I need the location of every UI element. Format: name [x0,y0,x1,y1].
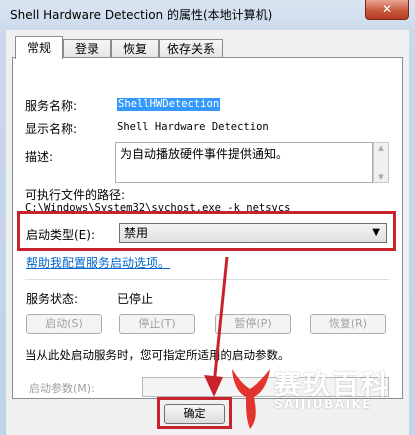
description-label: 描述: [25,150,54,164]
startup-type-select[interactable]: 禁用 ▼ [119,223,387,243]
description-scrollbar[interactable]: ▲ ▼ [373,142,389,183]
display-name-label: 显示名称: [25,122,78,136]
service-status-value: 已停止 [117,292,154,306]
service-status-label: 服务状态: [26,292,79,306]
tab-recovery[interactable]: 恢复 [111,39,159,58]
help-configure-link[interactable]: 帮助我配置服务启动选项。 [26,254,170,271]
close-button[interactable]: ✕ [365,0,409,20]
scroll-up-icon[interactable]: ▲ [374,143,388,153]
startup-type-label: 启动类型(E): [26,228,95,242]
description-field[interactable]: 为自动播放硬件事件提供通知。 [115,142,373,183]
stop-button[interactable]: 停止(T) [119,314,195,334]
watermark: 赛玖百科 SAIJIUBAIKE [224,355,415,435]
divider [25,279,389,280]
pause-button[interactable]: 暂停(P) [215,314,291,334]
chevron-down-icon: ▼ [372,227,380,238]
exe-path-label: 可执行文件的路径: [25,188,126,202]
service-name-value[interactable]: ShellHWDetection [117,98,221,111]
tab-logon[interactable]: 登录 [63,39,111,58]
scroll-down-icon[interactable]: ▼ [374,172,388,182]
window-title: Shell Hardware Detection 的属性(本地计算机) [10,8,273,22]
start-button[interactable]: 启动(S) [26,314,102,334]
tab-general[interactable]: 常规 [15,36,63,59]
ok-button[interactable]: 确定 [164,404,225,424]
title-bar[interactable]: Shell Hardware Detection 的属性(本地计算机) ✕ [0,0,415,30]
tab-dependencies[interactable]: 依存关系 [159,39,223,58]
whale-tail-logo [232,369,270,429]
service-name-label: 服务名称: [25,99,78,113]
startup-params-label: 启动参数(M): [29,382,95,395]
resume-button[interactable]: 恢复(R) [310,314,386,334]
close-icon: ✕ [381,2,393,16]
display-name-value[interactable]: Shell Hardware Detection [117,121,269,133]
general-tab-panel: 服务名称: ShellHWDetection 显示名称: Shell Hardw… [12,57,403,399]
watermark-en-text: SAIJIUBAIKE [274,397,372,411]
properties-dialog: Shell Hardware Detection 的属性(本地计算机) ✕ 常规… [0,0,415,435]
startup-type-value: 禁用 [124,226,149,240]
